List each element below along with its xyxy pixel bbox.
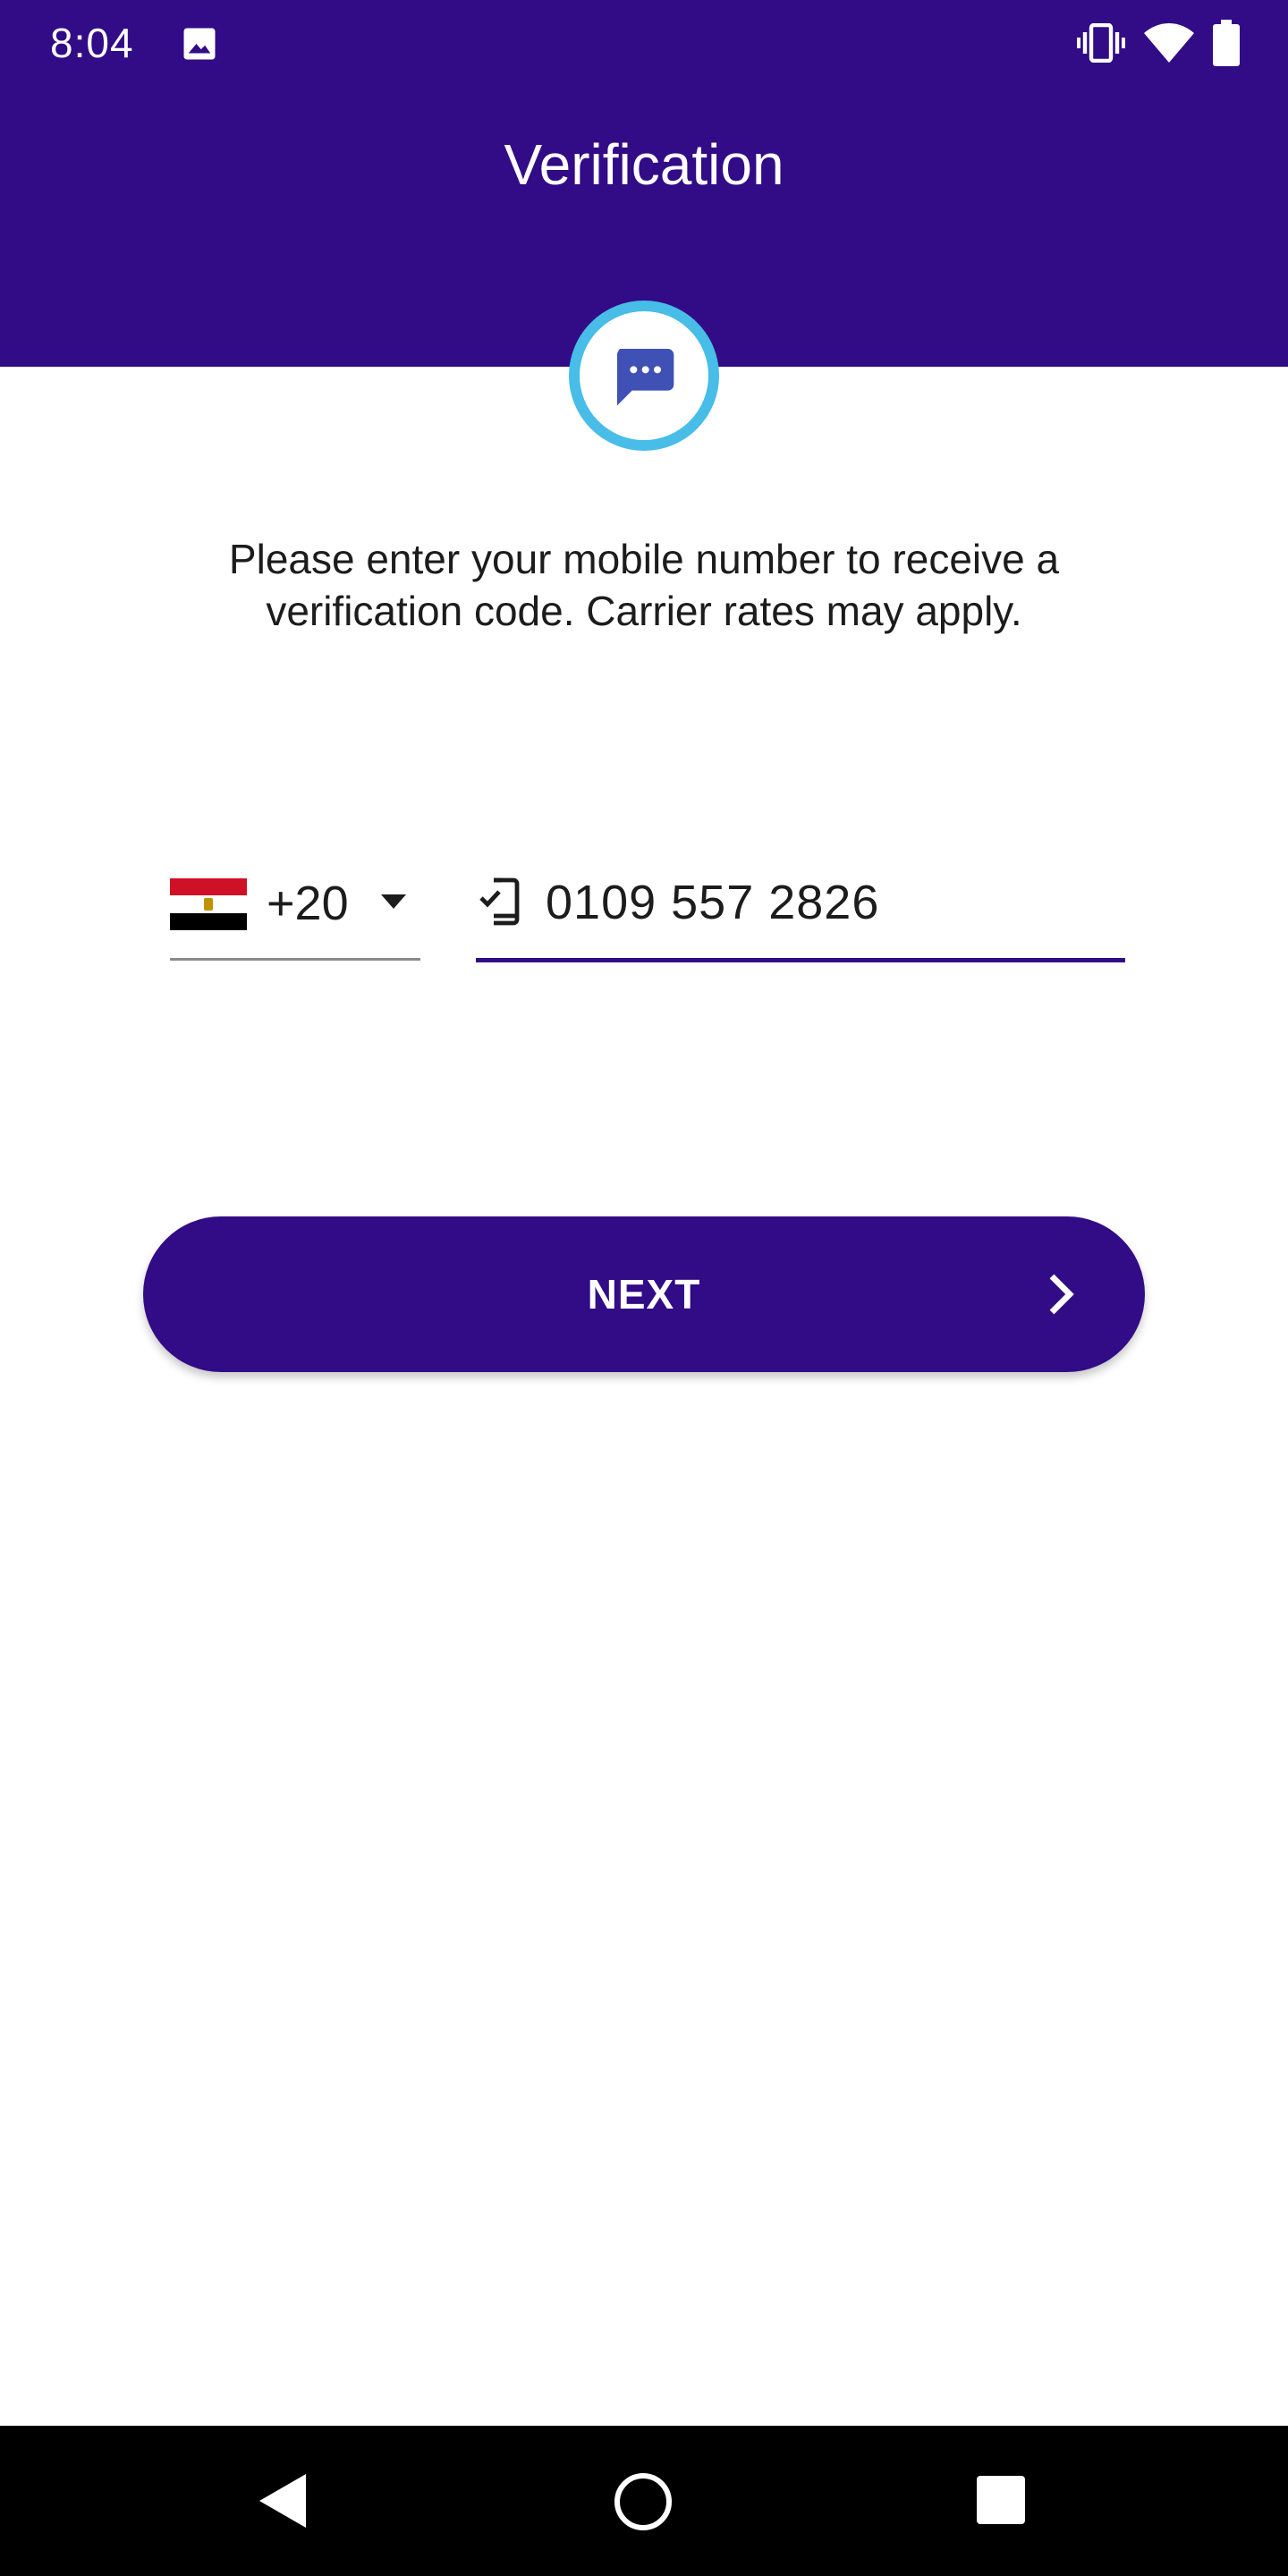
egypt-flag-icon bbox=[170, 878, 247, 930]
wifi-icon bbox=[1144, 23, 1194, 63]
status-bar: 8:04 bbox=[0, 0, 1288, 86]
verification-screen: 8:04 Verification Please enter your mobi… bbox=[0, 0, 1288, 2576]
page-title: Verification bbox=[504, 132, 784, 197]
system-navigation-bar bbox=[0, 2426, 1288, 2576]
chat-bubble-icon bbox=[617, 349, 674, 406]
dropdown-arrow-icon bbox=[381, 894, 406, 909]
battery-icon bbox=[1213, 20, 1240, 66]
back-icon[interactable] bbox=[256, 2472, 309, 2529]
next-button-label: NEXT bbox=[587, 1271, 701, 1318]
phone-number-field[interactable] bbox=[476, 868, 1125, 962]
vibrate-icon bbox=[1077, 23, 1125, 63]
status-time: 8:04 bbox=[50, 20, 134, 66]
country-code: +20 bbox=[267, 877, 349, 930]
chevron-right-icon bbox=[1049, 1274, 1074, 1315]
gallery-icon bbox=[183, 28, 216, 60]
instructions-text: Please enter your mobile number to recei… bbox=[228, 536, 1060, 634]
chat-badge bbox=[569, 301, 719, 451]
next-button[interactable]: NEXT bbox=[143, 1216, 1145, 1372]
country-code-picker[interactable]: +20 bbox=[170, 868, 420, 961]
phone-number-input[interactable] bbox=[546, 871, 1118, 934]
home-icon[interactable] bbox=[614, 2472, 673, 2531]
recents-icon[interactable] bbox=[977, 2476, 1025, 2524]
phone-verified-icon bbox=[479, 877, 520, 926]
